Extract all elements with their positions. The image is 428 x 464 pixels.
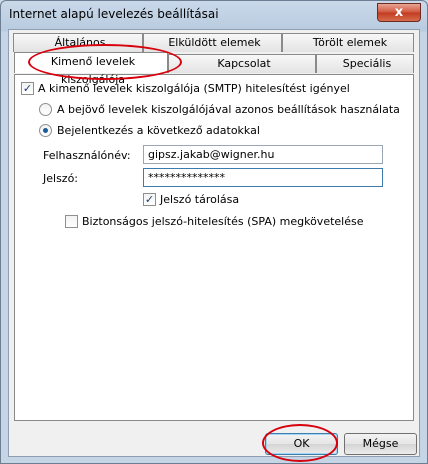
- window-title: Internet alapú levelezés beállításai: [9, 7, 219, 21]
- remember-password-checkbox[interactable]: ✓: [143, 193, 156, 206]
- password-field[interactable]: **************: [143, 168, 383, 187]
- login-radio[interactable]: [39, 124, 52, 137]
- spa-option[interactable]: Biztonságos jelszó-hitelesítés (SPA) meg…: [65, 215, 364, 228]
- outgoing-server-panel: ✓ A kimenő levelek kiszolgálója (SMTP) h…: [14, 74, 414, 421]
- same-settings-radio[interactable]: [39, 103, 52, 116]
- login-option[interactable]: Bejelentkezés a következő adatokkal: [39, 124, 260, 137]
- spa-checkbox[interactable]: [65, 215, 78, 228]
- same-settings-option[interactable]: A bejövő levelek kiszolgálójával azonos …: [39, 103, 400, 116]
- spa-label: Biztonságos jelszó-hitelesítés (SPA) meg…: [82, 215, 364, 228]
- tab-kapcsolat[interactable]: Kapcsolat: [168, 54, 316, 73]
- close-button[interactable]: x: [377, 3, 421, 22]
- cancel-button[interactable]: Mégse: [344, 433, 417, 455]
- smtp-auth-checkbox[interactable]: ✓: [21, 82, 34, 95]
- username-field[interactable]: gipsz.jakab@wigner.hu: [143, 145, 383, 164]
- tab-torolt-elemek[interactable]: Törölt elemek: [282, 33, 414, 52]
- tab-kimeno-levelek[interactable]: Kimenő levelek kiszolgálója: [14, 52, 168, 86]
- login-label: Bejelentkezés a következő adatokkal: [57, 124, 260, 137]
- tab-specialis[interactable]: Speciális: [316, 54, 414, 73]
- settings-dialog: Internet alapú levelezés beállításai x Á…: [0, 0, 428, 464]
- same-settings-label: A bejövő levelek kiszolgálójával azonos …: [57, 103, 400, 116]
- username-label: Felhasználónév:: [43, 149, 131, 162]
- title-bar[interactable]: Internet alapú levelezés beállításai x: [1, 1, 427, 29]
- remember-password-label: Jelszó tárolása: [160, 193, 240, 206]
- password-label: Jelszó:: [43, 172, 79, 185]
- remember-password-option[interactable]: ✓ Jelszó tárolása: [143, 193, 239, 206]
- close-icon: x: [394, 5, 404, 20]
- tab-altalanos[interactable]: Általános: [13, 33, 143, 52]
- tab-elkuldott-elemek[interactable]: Elküldött elemek: [143, 33, 282, 52]
- ok-button[interactable]: OK: [265, 433, 338, 455]
- dialog-body: Általános Elküldött elemek Törölt elemek…: [8, 29, 420, 457]
